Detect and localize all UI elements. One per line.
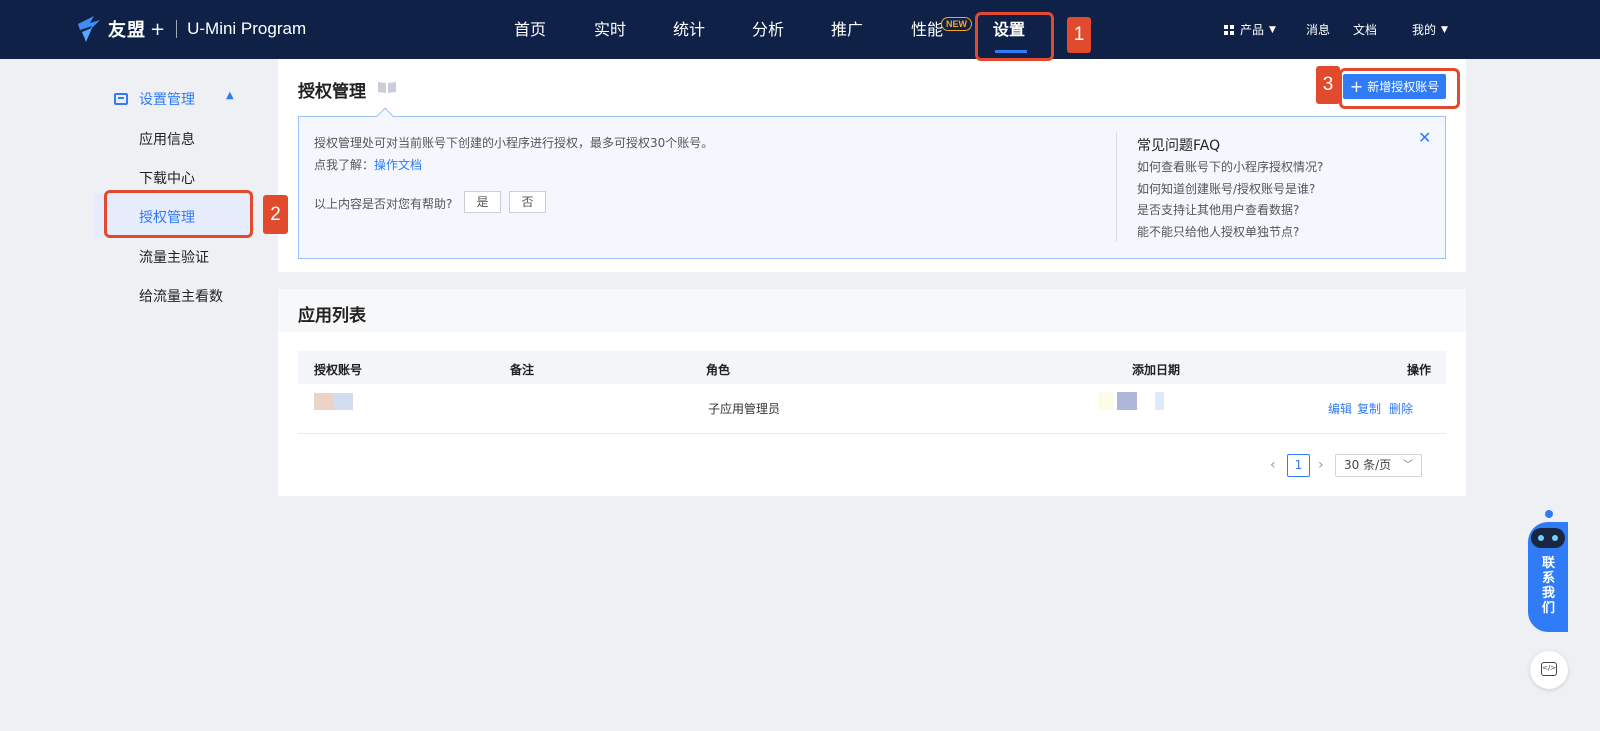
brand-name: 友盟 <box>108 20 146 41</box>
user-menu[interactable]: 我的 ▼ <box>1412 21 1448 38</box>
info-divider <box>1116 132 1117 242</box>
page-size-select[interactable]: 30 条/页 ﹀ <box>1335 454 1422 477</box>
redacted-account <box>314 393 334 410</box>
nav-home[interactable]: 首页 <box>490 0 570 59</box>
sidebar-item-download-center[interactable]: 下载中心 <box>139 168 195 188</box>
annotation-box-1 <box>975 12 1054 61</box>
delete-link[interactable]: 删除 <box>1389 400 1413 417</box>
faq-item[interactable]: 如何知道创建账号/授权账号是谁? <box>1137 180 1315 197</box>
col-role: 角色 <box>706 363 731 377</box>
sidebar-item-traffic-verify[interactable]: 流量主验证 <box>139 247 209 267</box>
learn-more-line: 点我了解：操作文档 <box>314 156 422 173</box>
brand-plus: + <box>150 18 167 40</box>
messages-link[interactable]: 消息 <box>1306 21 1330 38</box>
annotation-box-3 <box>1339 68 1460 109</box>
redacted-date <box>1117 392 1137 410</box>
robot-face-icon <box>1531 528 1565 548</box>
close-icon[interactable]: ✕ <box>1418 128 1431 147</box>
logo[interactable]: 友盟 + U-Mini Program <box>76 14 306 44</box>
col-account: 授权账号 <box>314 363 363 377</box>
nav-promotion[interactable]: 推广 <box>808 0 886 59</box>
umeng-logo-icon <box>78 16 100 42</box>
grid-icon <box>1224 24 1234 35</box>
redacted-account <box>334 393 353 410</box>
faq-item[interactable]: 能不能只给他人授权单独节点? <box>1137 223 1299 240</box>
edit-link[interactable]: 编辑 <box>1328 400 1352 417</box>
sidebar-item-app-info[interactable]: 应用信息 <box>139 129 195 149</box>
product-name: U-Mini Program <box>187 19 307 38</box>
page-size-value: 30 条/页 <box>1344 458 1392 472</box>
user-menu-label: 我的 <box>1412 23 1437 37</box>
nav-performance-label: 性能 <box>910 20 943 39</box>
faq-title: 常见问题FAQ <box>1137 138 1221 154</box>
annotation-box-2 <box>104 190 253 238</box>
faq-item[interactable]: 如何查看账号下的小程序授权情况? <box>1137 158 1323 175</box>
sidebar-group-label: 设置管理 <box>139 92 195 108</box>
annotation-number-2: 2 <box>263 195 288 234</box>
operation-doc-link[interactable]: 操作文档 <box>374 158 422 172</box>
helpful-yes-button[interactable]: 是 <box>464 191 501 213</box>
docs-link[interactable]: 文档 <box>1353 21 1377 38</box>
nav-analysis[interactable]: 分析 <box>728 0 808 59</box>
caret-down-icon: ▼ <box>1441 24 1448 35</box>
contact-us-label: 联系我们 <box>1542 556 1556 616</box>
info-text: 授权管理处可对当前账号下创建的小程序进行授权，最多可授权30个账号。 <box>314 136 714 150</box>
redacted-date <box>1098 392 1114 410</box>
settings-list-icon <box>114 93 128 105</box>
book-icon[interactable] <box>377 80 397 94</box>
page-title: 授权管理 <box>298 82 366 102</box>
chevron-up-icon[interactable]: ▲ <box>226 90 234 101</box>
product-menu-label: 产品 <box>1240 23 1265 37</box>
sidebar-group-settings[interactable]: 设置管理 <box>114 89 195 109</box>
app-list-title: 应用列表 <box>298 306 366 326</box>
robot-antenna-icon <box>1545 510 1553 518</box>
sidebar-item-traffic-data[interactable]: 给流量主看数 <box>139 286 223 306</box>
top-navbar: 友盟 + U-Mini Program 首页 实时 统计 分析 推广 性能 NE… <box>0 0 1600 59</box>
role-cell: 子应用管理员 <box>708 402 781 416</box>
main-nav: 首页 实时 统计 分析 推广 性能 NEW 设置 <box>490 0 1050 59</box>
next-page-icon[interactable]: › <box>1318 457 1324 473</box>
copy-link[interactable]: 复制 <box>1357 400 1381 417</box>
annotation-number-1: 1 <box>1067 17 1091 53</box>
prev-page-icon[interactable]: ‹ <box>1270 457 1276 473</box>
table-header <box>298 351 1446 384</box>
product-menu[interactable]: 产品 ▼ <box>1224 21 1276 38</box>
redacted-date <box>1155 392 1164 410</box>
nav-statistics[interactable]: 统计 <box>650 0 728 59</box>
caret-down-icon: ▼ <box>1269 24 1276 35</box>
nav-realtime[interactable]: 实时 <box>570 0 650 59</box>
contact-us-widget[interactable]: 联系我们 <box>1528 510 1568 632</box>
helpful-no-button[interactable]: 否 <box>509 191 546 213</box>
logo-divider <box>176 20 178 38</box>
faq-item[interactable]: 是否支持让其他用户查看数据? <box>1137 201 1299 218</box>
pager-current-page[interactable]: 1 <box>1287 454 1310 477</box>
chevron-down-icon: ﹀ <box>1403 460 1413 471</box>
app-list-header <box>278 289 1466 332</box>
learn-prefix: 点我了解： <box>314 158 375 172</box>
code-chat-icon: </> <box>1541 662 1557 676</box>
row-divider <box>298 433 1446 434</box>
nav-performance[interactable]: 性能 NEW <box>886 0 972 59</box>
helpful-question: 以上内容是否对您有帮助? <box>314 197 453 211</box>
col-date: 添加日期 <box>1132 363 1181 377</box>
annotation-number-3: 3 <box>1316 66 1340 104</box>
col-actions: 操作 <box>1407 363 1432 377</box>
feedback-button[interactable]: </> <box>1530 651 1568 689</box>
col-remark: 备注 <box>510 363 535 377</box>
